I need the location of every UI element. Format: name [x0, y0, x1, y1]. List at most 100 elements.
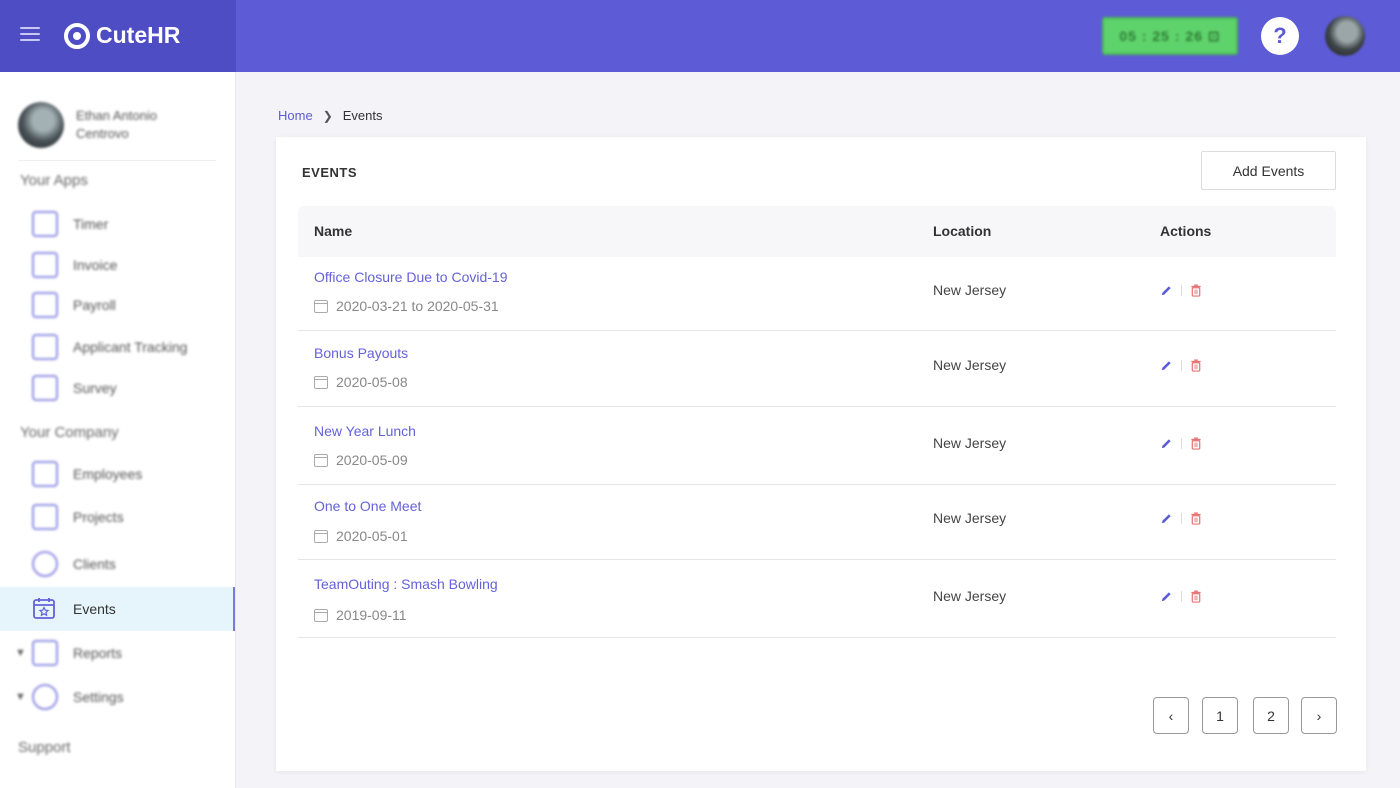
delete-icon[interactable] [1190, 437, 1202, 450]
sidebar-item-payroll[interactable]: Payroll [0, 283, 235, 327]
divider [1181, 285, 1182, 296]
brand-name: CuteHR [96, 22, 181, 48]
timer-icon [32, 211, 58, 237]
user-avatar[interactable] [1325, 16, 1365, 56]
edit-icon[interactable] [1160, 437, 1173, 450]
employees-icon [32, 461, 58, 487]
table-row: TeamOuting : Smash Bowling 2019-09-11 Ne… [298, 560, 1336, 638]
pagination-page-2[interactable]: 2 [1253, 697, 1289, 734]
event-name-link[interactable]: Bonus Payouts [314, 345, 408, 361]
event-location: New Jersey [933, 435, 1007, 451]
breadcrumb-home-link[interactable]: Home [278, 108, 313, 123]
calendar-icon [314, 375, 328, 389]
reports-icon [32, 640, 58, 666]
payroll-icon [32, 292, 58, 318]
sidebar-item-label: Clients [73, 556, 116, 572]
event-location: New Jersey [933, 282, 1007, 298]
divider [1181, 591, 1182, 602]
logo[interactable]: CuteHR [64, 22, 180, 49]
profile-avatar [18, 102, 64, 148]
sidebar-item-reports[interactable]: ▼ Reports [0, 631, 235, 675]
edit-icon[interactable] [1160, 284, 1173, 297]
breadcrumb: Home ❯ Events [278, 108, 383, 123]
event-date-text: 2019-09-11 [336, 607, 407, 623]
event-location: New Jersey [933, 588, 1007, 604]
column-header-location[interactable]: Location [933, 223, 991, 239]
edit-icon[interactable] [1160, 359, 1173, 372]
chevron-down-icon[interactable]: ▼ [15, 691, 26, 703]
chevron-down-icon[interactable]: ▼ [15, 647, 26, 659]
menu-icon[interactable] [20, 27, 40, 45]
delete-icon[interactable] [1190, 590, 1202, 603]
pagination-prev-button[interactable]: ‹ [1153, 697, 1189, 734]
sidebar: Ethan Antonio Centrovo Your Apps Timer I… [0, 72, 236, 788]
row-actions [1160, 359, 1202, 372]
divider [1181, 360, 1182, 371]
sidebar-item-label: Settings [73, 689, 124, 705]
event-name-link[interactable]: TeamOuting : Smash Bowling [314, 576, 498, 592]
section-your-company: Your Company [20, 424, 119, 441]
calendar-icon [314, 529, 328, 543]
pagination-page-1[interactable]: 1 [1202, 697, 1238, 734]
sidebar-item-support[interactable]: Support [18, 739, 71, 756]
add-events-button[interactable]: Add Events [1201, 151, 1336, 190]
event-name-link[interactable]: New Year Lunch [314, 423, 416, 439]
help-button[interactable]: ? [1261, 17, 1299, 55]
edit-icon[interactable] [1160, 512, 1173, 525]
event-location: New Jersey [933, 357, 1007, 373]
delete-icon[interactable] [1190, 284, 1202, 297]
sidebar-item-invoice[interactable]: Invoice [0, 243, 235, 287]
sidebar-item-label: Timer [73, 216, 109, 232]
divider [18, 160, 216, 161]
section-your-apps: Your Apps [20, 172, 88, 189]
sidebar-item-label: Invoice [73, 257, 118, 273]
sidebar-item-label: Payroll [73, 297, 116, 313]
table-row: New Year Lunch 2020-05-09 New Jersey [298, 407, 1336, 485]
sidebar-item-label: Survey [73, 380, 117, 396]
sidebar-item-label: Employees [73, 466, 143, 482]
divider [1181, 513, 1182, 524]
edit-icon[interactable] [1160, 590, 1173, 603]
event-date: 2019-09-11 [314, 607, 407, 623]
sidebar-item-applicant-tracking[interactable]: Applicant Tracking [0, 325, 235, 369]
top-header: CuteHR 05 : 25 : 26 ⊡ ? [0, 0, 1400, 72]
sidebar-item-events[interactable]: Events [0, 587, 235, 631]
pagination-next-button[interactable]: › [1301, 697, 1337, 734]
brand-area: CuteHR [0, 0, 236, 72]
events-icon [33, 598, 55, 619]
event-date-text: 2020-05-09 [336, 452, 408, 468]
breadcrumb-current: Events [342, 108, 383, 123]
delete-icon[interactable] [1190, 512, 1202, 525]
event-name-link[interactable]: Office Closure Due to Covid-19 [314, 269, 508, 285]
sidebar-item-label: Applicant Tracking [73, 339, 188, 355]
chevron-right-icon: ❯ [322, 108, 333, 123]
sidebar-item-label: Projects [73, 509, 124, 525]
sidebar-profile[interactable]: Ethan Antonio Centrovo [18, 102, 196, 148]
row-actions [1160, 512, 1202, 525]
divider [1181, 438, 1182, 449]
invoice-icon [32, 252, 58, 278]
sidebar-item-settings[interactable]: ▼ Settings [0, 675, 235, 719]
sidebar-item-timer[interactable]: Timer [0, 202, 235, 246]
sidebar-item-survey[interactable]: Survey [0, 366, 235, 410]
table-header: Name Location Actions [298, 206, 1336, 257]
sidebar-item-clients[interactable]: Clients [0, 542, 235, 586]
sidebar-item-projects[interactable]: Projects [0, 495, 235, 539]
event-name-link[interactable]: One to One Meet [314, 498, 421, 514]
table-row: One to One Meet 2020-05-01 New Jersey [298, 485, 1336, 560]
event-date: 2020-05-08 [314, 374, 408, 390]
table-row: Office Closure Due to Covid-19 2020-03-2… [298, 257, 1336, 331]
column-header-name[interactable]: Name [314, 223, 352, 239]
column-header-actions: Actions [1160, 223, 1212, 239]
sidebar-item-label: Reports [73, 645, 123, 661]
event-date: 2020-05-09 [314, 452, 408, 468]
timer-widget[interactable]: 05 : 25 : 26 ⊡ [1102, 17, 1238, 55]
sidebar-item-employees[interactable]: Employees [0, 452, 235, 496]
delete-icon[interactable] [1190, 359, 1202, 372]
event-location: New Jersey [933, 510, 1007, 526]
events-card: EVENTS Add Events Name Location Actions … [276, 137, 1366, 771]
table-row: Bonus Payouts 2020-05-08 New Jersey [298, 331, 1336, 407]
events-table: Name Location Actions Office Closure Due… [298, 206, 1336, 638]
event-date: 2020-05-01 [314, 528, 408, 544]
event-date-text: 2020-05-08 [336, 374, 408, 390]
